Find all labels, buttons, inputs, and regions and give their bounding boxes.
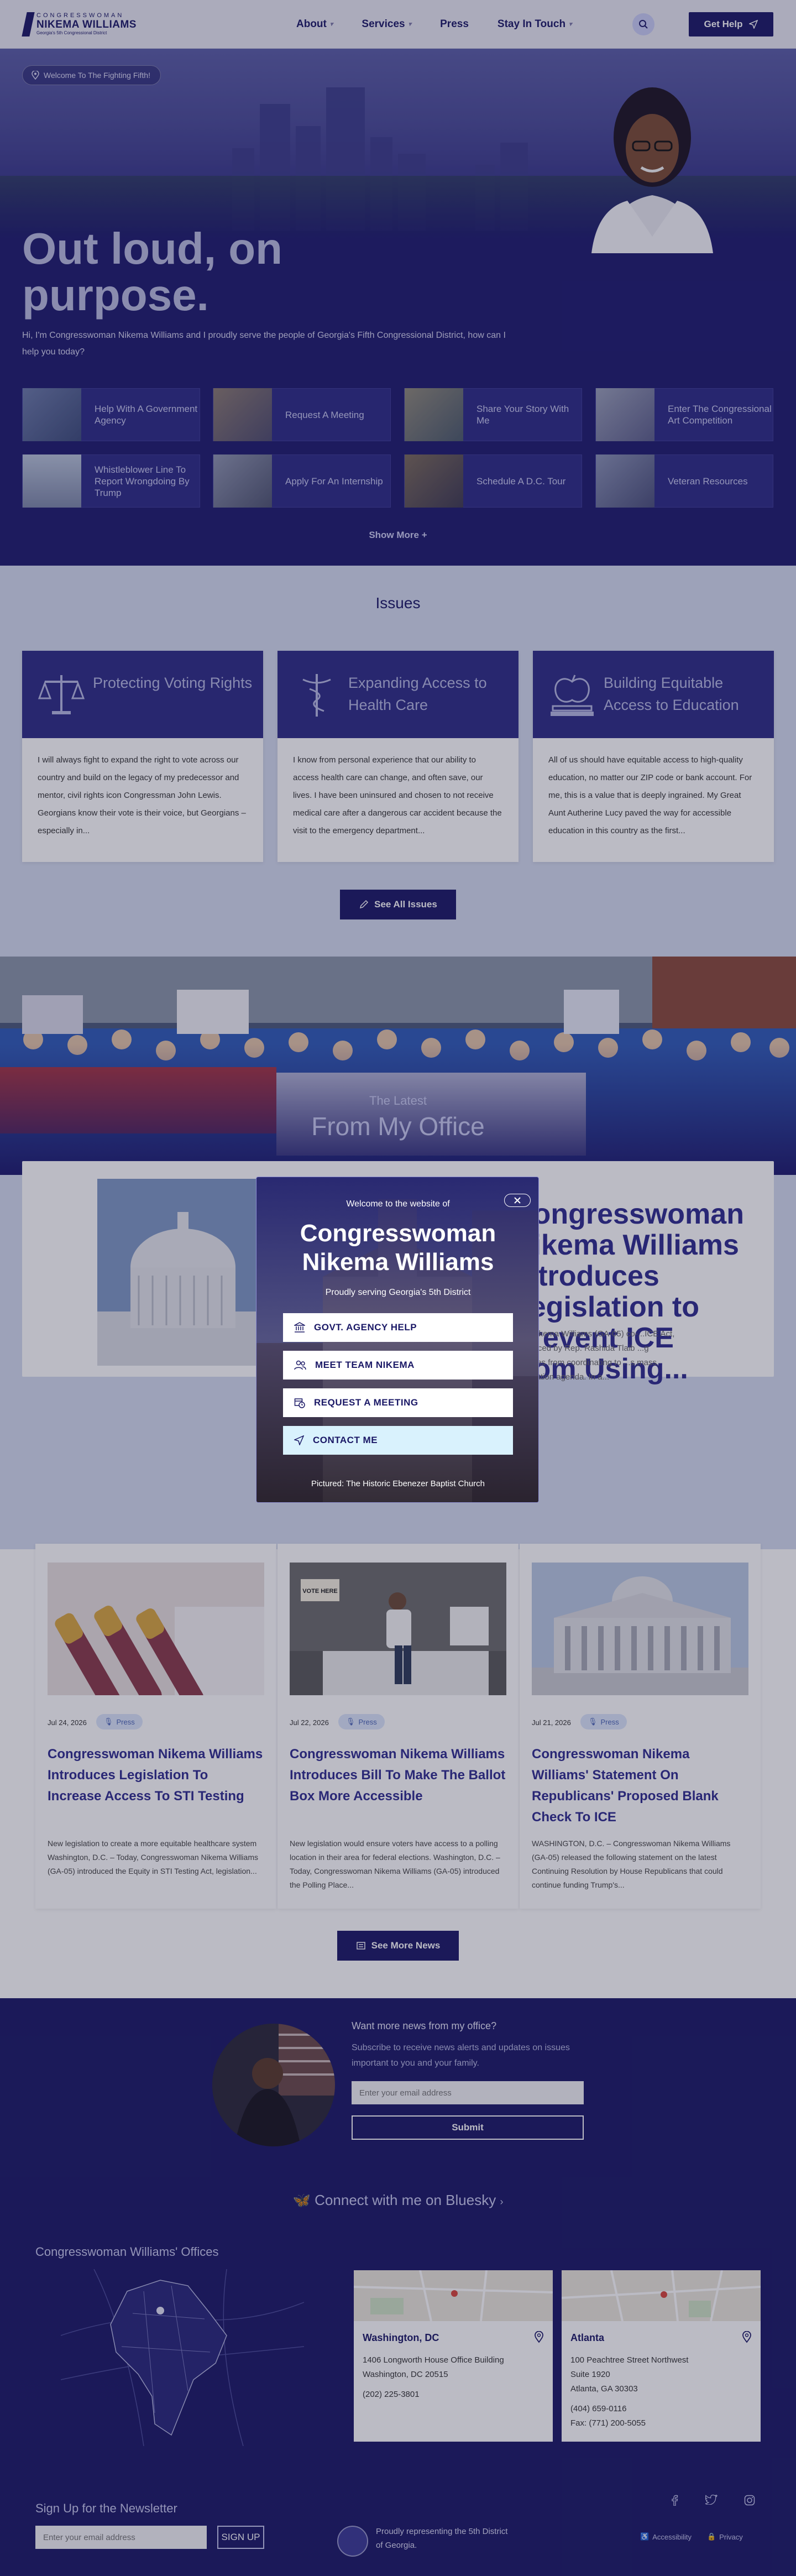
modal-photo-caption: Pictured: The Historic Ebenezer Baptist … <box>311 1479 485 1488</box>
government-building-icon <box>294 1322 305 1333</box>
contact-me-label: CONTACT ME <box>313 1435 378 1445</box>
govt-agency-help-button[interactable]: GOVT. AGENCY HELP <box>283 1313 513 1342</box>
govt-agency-help-label: GOVT. AGENCY HELP <box>314 1322 417 1333</box>
close-icon <box>514 1197 521 1204</box>
modal-title: Congresswoman Nikema Williams <box>300 1220 496 1276</box>
meet-team-nikema-label: MEET TEAM NIKEMA <box>315 1360 415 1370</box>
send-icon <box>294 1435 304 1445</box>
contact-me-button[interactable]: CONTACT ME <box>283 1426 513 1455</box>
meet-team-nikema-button[interactable]: MEET TEAM NIKEMA <box>283 1351 513 1380</box>
request-meeting-button[interactable]: REQUEST A MEETING <box>283 1388 513 1417</box>
welcome-modal: Welcome to the website of Congresswoman … <box>256 1177 539 1503</box>
close-button[interactable] <box>504 1194 531 1207</box>
modal-welcome-text: Welcome to the website of <box>346 1199 450 1209</box>
modal-subtitle: Proudly serving Georgia's 5th District <box>325 1288 471 1297</box>
calendar-clock-icon <box>294 1398 305 1408</box>
request-meeting-label: REQUEST A MEETING <box>314 1397 418 1408</box>
team-icon <box>294 1360 306 1370</box>
